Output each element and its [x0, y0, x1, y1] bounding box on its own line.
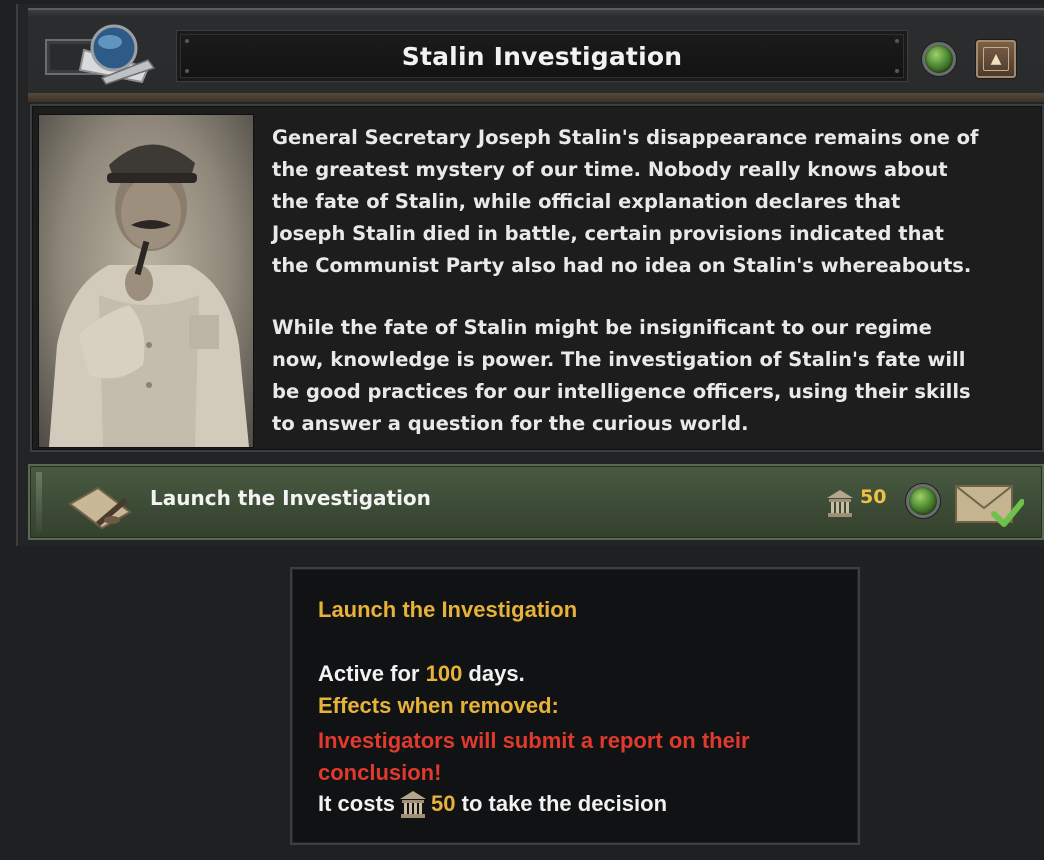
- active-days: 100: [425, 661, 463, 686]
- tooltip-effect-text: Investigators will submit a report on th…: [318, 728, 750, 785]
- decision-label: Launch the Investigation: [150, 486, 431, 510]
- tooltip-cost-line: It costs 50 to take the decision: [318, 789, 667, 819]
- cost-suffix: to take the decision: [455, 791, 668, 816]
- decision-row-launch-investigation[interactable]: Launch the Investigation 50: [28, 464, 1044, 540]
- cost-value: 50: [431, 791, 456, 816]
- quill-paper-icon: [68, 486, 132, 530]
- green-orb-icon: [922, 42, 956, 76]
- stalin-portrait: [38, 114, 254, 448]
- political-power-icon: [827, 490, 853, 517]
- collapse-button[interactable]: ▲: [976, 40, 1016, 78]
- envelope-check-icon[interactable]: [954, 480, 1024, 530]
- tooltip-effects-label: Effects when removed:: [318, 693, 559, 718]
- decision-category-title-plate: Stalin Investigation: [176, 30, 908, 82]
- green-orb-icon: [906, 484, 940, 518]
- decision-panel: Stalin Investigation ▲ General Secretary…: [16, 4, 1044, 546]
- cost-prefix: It costs: [318, 791, 396, 816]
- decision-cost: 50: [860, 486, 887, 508]
- decision-category-description: General Secretary Joseph Stalin's disapp…: [272, 122, 1032, 440]
- tooltip-active-duration: Active for 100 days.: [318, 661, 525, 687]
- tooltip-title: Launch the Investigation: [318, 597, 578, 622]
- political-power-icon: [400, 791, 427, 818]
- decision-tooltip: Launch the Investigation Active for 100 …: [290, 567, 860, 845]
- description-paragraph: While the fate of Stalin might be insign…: [272, 316, 971, 435]
- active-suffix: days.: [462, 661, 525, 686]
- globe-quill-emblem-icon: [45, 24, 156, 85]
- header-trim: [28, 93, 1044, 102]
- active-prefix: Active for: [318, 661, 426, 686]
- decision-category-content: General Secretary Joseph Stalin's disapp…: [30, 104, 1044, 452]
- decision-category-title: Stalin Investigation: [401, 41, 683, 71]
- description-paragraph: General Secretary Joseph Stalin's disapp…: [272, 126, 979, 277]
- decision-row-cap: [36, 472, 42, 532]
- chevron-up-icon: ▲: [983, 47, 1009, 71]
